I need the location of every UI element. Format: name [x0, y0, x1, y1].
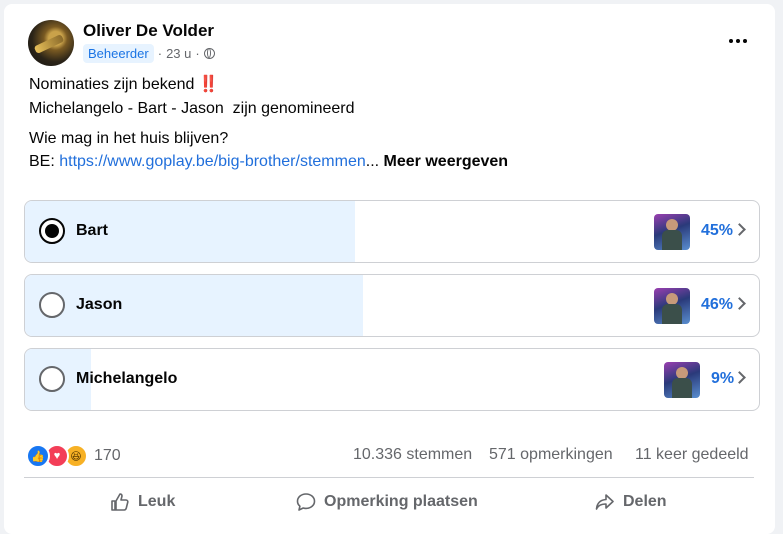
- comment-button[interactable]: Opmerking plaatsen: [296, 492, 478, 512]
- shares-count[interactable]: 11 keer gedeeld: [635, 446, 749, 464]
- share-button[interactable]: Delen: [595, 492, 667, 512]
- reaction-count[interactable]: 170: [94, 447, 121, 465]
- poll-option-percent: 46%: [701, 296, 734, 313]
- poll-option-percent: 45%: [701, 222, 734, 239]
- meta-separator: ·: [157, 46, 163, 61]
- comment-icon: [296, 493, 316, 511]
- like-icon: [111, 493, 129, 511]
- poll-option-jason[interactable]: Jason 46%: [24, 274, 760, 337]
- more-options-icon: [729, 39, 733, 43]
- like-reaction-icon: 👍: [26, 444, 50, 468]
- like-label: Leuk: [138, 493, 176, 510]
- voter-avatar: [654, 288, 690, 324]
- share-icon: [595, 494, 614, 510]
- role-badge[interactable]: Beheerder: [83, 44, 154, 63]
- more-options-button[interactable]: [720, 26, 756, 56]
- author-avatar[interactable]: [28, 20, 74, 66]
- poll-option-bar: [25, 201, 356, 262]
- poll-option-label: Jason: [76, 296, 123, 313]
- post-line-1-text: Nominaties zijn bekend: [29, 76, 195, 93]
- author-name[interactable]: Oliver De Volder: [83, 21, 214, 41]
- votes-count[interactable]: 10.336 stemmen: [353, 446, 472, 464]
- comments-count[interactable]: 571 opmerkingen: [489, 446, 613, 464]
- radio-selected[interactable]: [39, 218, 65, 244]
- double-exclamation-emoji: ‼️: [198, 76, 219, 93]
- radio-unselected[interactable]: [39, 292, 65, 318]
- post-line-3: Wie mag in het huis blijven?: [29, 130, 229, 147]
- see-more-link[interactable]: Meer weergeven: [384, 153, 509, 170]
- poll-option-label: Bart: [76, 222, 109, 239]
- vote-link[interactable]: https://www.goplay.be/big-brother/stemme…: [59, 153, 366, 170]
- radio-unselected[interactable]: [39, 366, 65, 392]
- poll-option-bart[interactable]: Bart 45%: [24, 200, 760, 263]
- divider: [24, 477, 754, 478]
- chevron-right-icon: [733, 297, 746, 310]
- voter-avatar: [654, 214, 690, 250]
- meta-separator-2: ·: [195, 46, 200, 61]
- comment-label: Opmerking plaatsen: [324, 493, 478, 510]
- post-line-2: Michelangelo - Bart - Jason zijn genomin…: [29, 100, 355, 117]
- chevron-right-icon: [733, 223, 746, 236]
- link-prefix: BE:: [29, 153, 60, 170]
- ellipsis: ...: [365, 153, 380, 170]
- post-meta: Beheerder · 23 u ·: [83, 44, 215, 63]
- like-button[interactable]: Leuk: [110, 492, 175, 512]
- post-time[interactable]: 23 u: [166, 46, 191, 61]
- poll-option-michelangelo[interactable]: Michelangelo 9%: [24, 348, 760, 411]
- post-line-1: Nominaties zijn bekend ‼️: [29, 74, 219, 96]
- voter-avatar: [664, 362, 700, 398]
- reaction-icons[interactable]: 👍 ♥ 😆: [26, 444, 88, 468]
- share-label: Delen: [623, 493, 667, 510]
- poll-option-percent: 9%: [711, 370, 735, 387]
- poll-option-label: Michelangelo: [76, 370, 178, 387]
- post-line-4: BE: https://www.goplay.be/big-brother/st…: [29, 151, 508, 173]
- globe-icon: [203, 48, 215, 59]
- chevron-right-icon: [733, 371, 746, 384]
